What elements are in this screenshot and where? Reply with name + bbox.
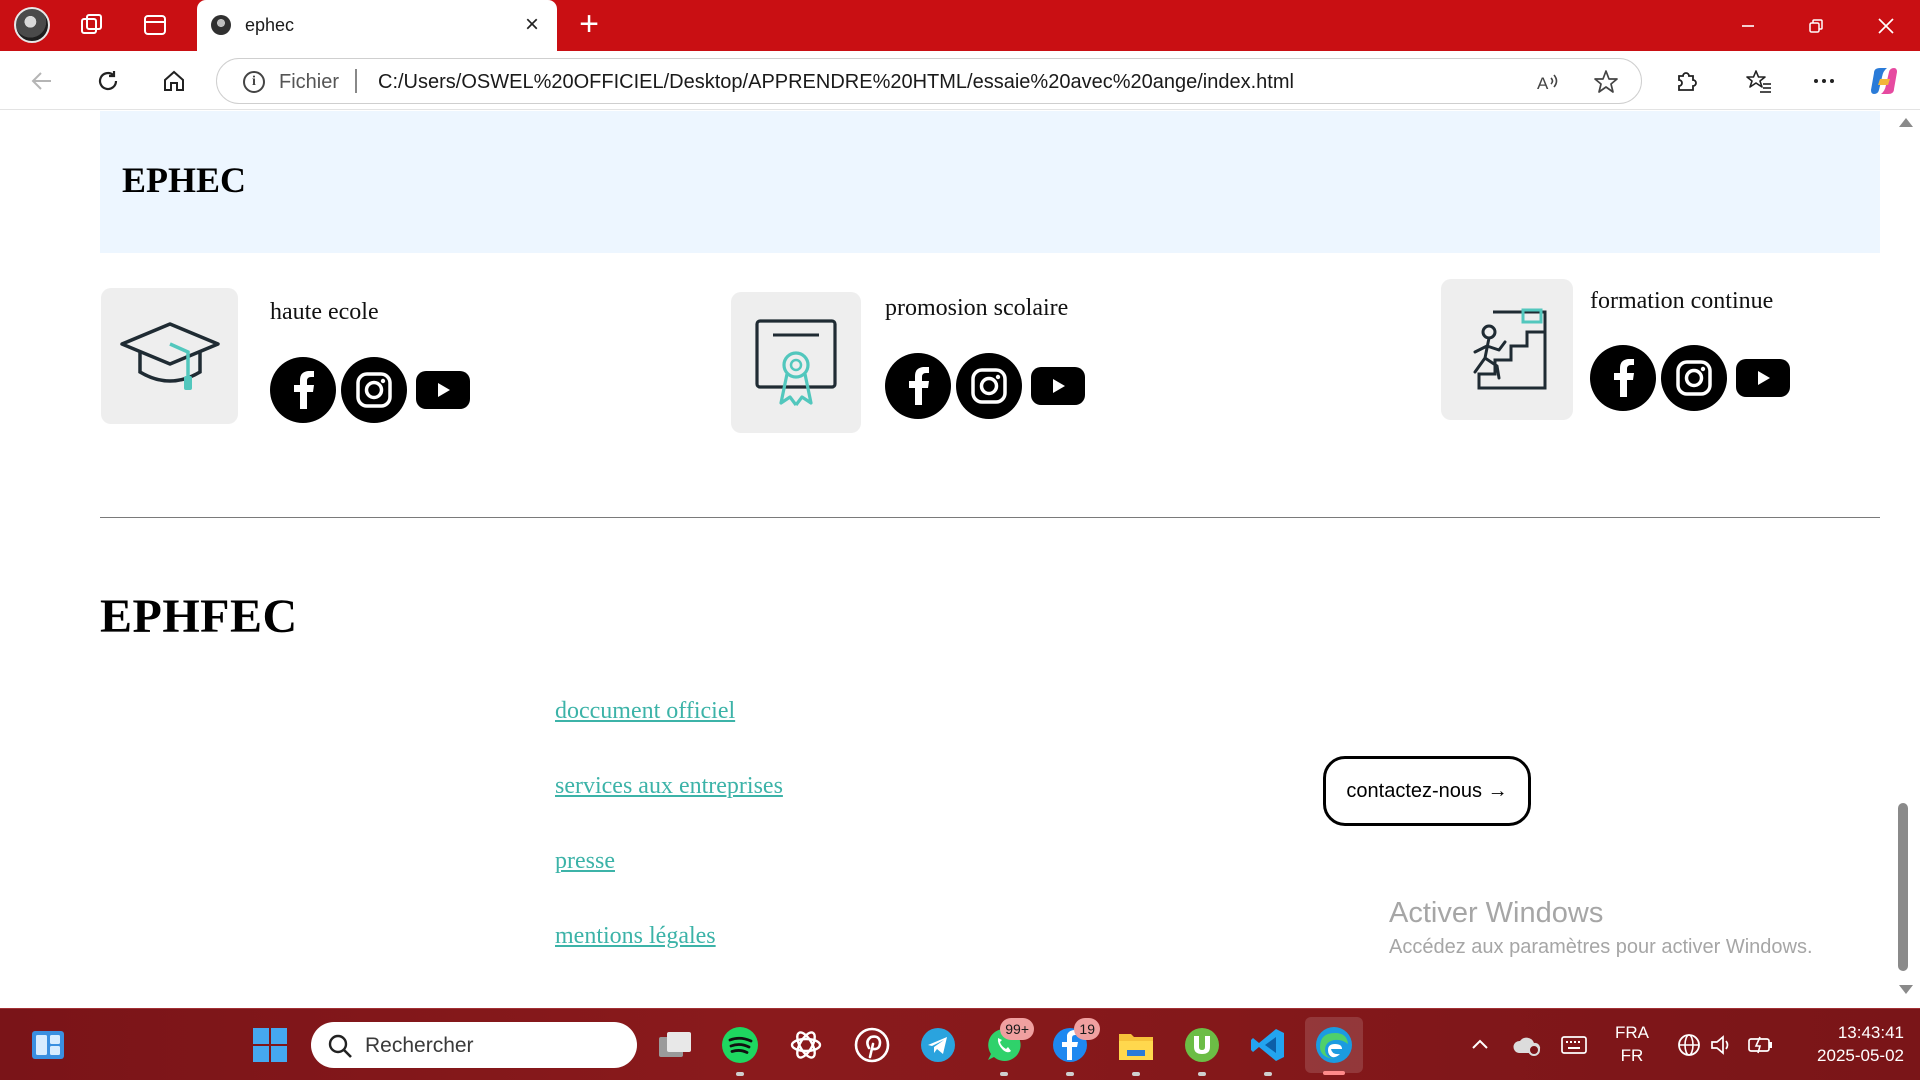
start-icon[interactable] <box>248 1023 292 1067</box>
site-info-icon[interactable]: i <box>243 71 265 93</box>
social-links-formation-continue <box>1590 345 1790 411</box>
youtube-icon[interactable] <box>1736 359 1790 397</box>
pinterest-icon[interactable] <box>850 1023 894 1067</box>
running-indicator <box>1066 1072 1074 1076</box>
social-links-haute-ecole <box>270 357 470 423</box>
footer-link-mentions-legales[interactable]: mentions légales <box>555 923 716 950</box>
running-indicator <box>736 1072 744 1076</box>
address-separator <box>355 69 357 93</box>
instagram-icon[interactable] <box>1661 345 1727 411</box>
graduation-cap-icon <box>101 288 238 424</box>
card-title-formation-continue: formation continue <box>1590 288 1774 314</box>
clock-date: 2025-05-02 <box>1817 1046 1904 1065</box>
search-placeholder: Rechercher <box>365 1034 474 1057</box>
footer-title: EPHFEC <box>100 590 298 643</box>
footer-link-document-officiel[interactable]: doccument officiel <box>555 698 735 725</box>
utorrent-icon[interactable] <box>1180 1023 1224 1076</box>
running-indicator <box>1132 1072 1140 1076</box>
keyboard-icon[interactable] <box>1552 1023 1596 1067</box>
extensions-icon[interactable] <box>1668 63 1704 99</box>
back-icon[interactable] <box>24 63 60 99</box>
card-title-haute-ecole: haute ecole <box>270 299 379 325</box>
clock-time: 13:43:41 <box>1837 1023 1904 1042</box>
tab-active[interactable]: ephec × <box>197 0 557 51</box>
whatsapp-badge: 99+ <box>1000 1018 1034 1040</box>
more-options-icon[interactable] <box>1806 63 1842 99</box>
battery-icon[interactable] <box>1738 1023 1782 1067</box>
tab-close-icon[interactable]: × <box>519 12 545 38</box>
minimize-icon[interactable] <box>1714 0 1782 51</box>
copilot-icon[interactable] <box>1866 63 1902 99</box>
page-viewport: EPHEC haute ecole promosion scolaire for… <box>6 111 1896 1004</box>
address-bar[interactable]: i Fichier C:/Users/OSWEL%20OFFICIEL/Desk… <box>216 58 1642 104</box>
contact-button[interactable]: contactez-nous → <box>1323 756 1531 826</box>
running-indicator <box>1264 1072 1272 1076</box>
language-indicator-top[interactable]: FRA <box>1612 1023 1652 1043</box>
active-app-indicator <box>1323 1071 1345 1075</box>
url-text[interactable]: C:/Users/OSWEL%20OFFICIEL/Desktop/APPREN… <box>378 71 1294 94</box>
certificate-icon <box>731 292 861 433</box>
whatsapp-icon[interactable]: 99+ <box>982 1018 1034 1076</box>
new-tab-button[interactable]: + <box>572 7 606 42</box>
system-clock[interactable]: 13:43:41 2025-05-02 <box>1794 1021 1904 1067</box>
tab-title: ephec <box>245 15 295 35</box>
workspaces-icon[interactable] <box>74 8 110 42</box>
vscode-icon[interactable] <box>1246 1023 1290 1076</box>
file-explorer-icon[interactable] <box>1114 1023 1158 1076</box>
instagram-icon[interactable] <box>341 357 407 423</box>
scrollbar-thumb[interactable] <box>1898 803 1908 971</box>
card-title-promosion-scolaire: promosion scolaire <box>885 295 1069 321</box>
chatgpt-icon[interactable] <box>784 1023 828 1067</box>
onedrive-icon[interactable] <box>1505 1023 1549 1067</box>
facebook-icon[interactable] <box>885 353 951 419</box>
window-close-icon[interactable] <box>1852 0 1920 51</box>
climbing-stairs-icon <box>1441 279 1573 420</box>
footer-link-services-entreprises[interactable]: services aux entreprises <box>555 773 783 800</box>
tab-favicon-icon <box>211 15 231 35</box>
favorite-star-icon[interactable] <box>1592 68 1620 96</box>
svg-text:A: A <box>1537 74 1549 93</box>
activation-watermark-title: Activer Windows <box>1389 897 1604 929</box>
facebook-icon[interactable] <box>270 357 336 423</box>
running-indicator <box>1198 1072 1206 1076</box>
task-view-icon[interactable] <box>653 1023 697 1067</box>
edge-icon[interactable] <box>1312 1023 1356 1067</box>
spotify-icon[interactable] <box>718 1023 762 1076</box>
messenger-badge: 19 <box>1074 1018 1100 1040</box>
youtube-icon[interactable] <box>416 371 470 409</box>
telegram-icon[interactable] <box>916 1023 960 1067</box>
browser-toolbar: i Fichier C:/Users/OSWEL%20OFFICIEL/Desk… <box>0 51 1920 110</box>
scroll-down-icon[interactable] <box>1899 985 1913 994</box>
restore-icon[interactable] <box>1782 0 1850 51</box>
taskbar: Rechercher 99+ 19 FRA FR 13:43:41 2025-0… <box>0 1008 1920 1080</box>
social-links-promosion-scolaire <box>885 353 1085 419</box>
scroll-up-icon[interactable] <box>1899 118 1913 127</box>
vertical-scrollbar[interactable] <box>1890 111 1920 1004</box>
profile-avatar[interactable] <box>14 7 50 43</box>
facebook-icon[interactable] <box>1590 345 1656 411</box>
tab-actions-icon[interactable] <box>137 8 173 42</box>
youtube-icon[interactable] <box>1031 367 1085 405</box>
activation-watermark-subtitle: Accédez aux paramètres pour activer Wind… <box>1389 936 1813 958</box>
reload-icon[interactable] <box>90 63 126 99</box>
section-divider <box>100 517 1880 518</box>
widgets-icon[interactable] <box>26 1023 70 1067</box>
browser-tab-strip: ephec × + <box>0 0 1920 51</box>
running-indicator <box>1000 1072 1008 1076</box>
taskbar-search[interactable]: Rechercher <box>311 1022 637 1068</box>
read-aloud-icon[interactable]: A <box>1534 68 1562 96</box>
favorites-icon[interactable] <box>1741 63 1777 99</box>
url-scheme-label: Fichier <box>279 71 340 93</box>
page-header: EPHEC <box>100 111 1880 253</box>
home-icon[interactable] <box>156 63 192 99</box>
search-icon <box>328 1034 352 1058</box>
instagram-icon[interactable] <box>956 353 1022 419</box>
header-title: EPHEC <box>122 160 247 200</box>
messenger-icon[interactable]: 19 <box>1048 1018 1100 1076</box>
show-hidden-icons[interactable] <box>1458 1023 1502 1067</box>
footer-link-presse[interactable]: presse <box>555 848 615 875</box>
language-indicator-bottom[interactable]: FR <box>1612 1046 1652 1066</box>
